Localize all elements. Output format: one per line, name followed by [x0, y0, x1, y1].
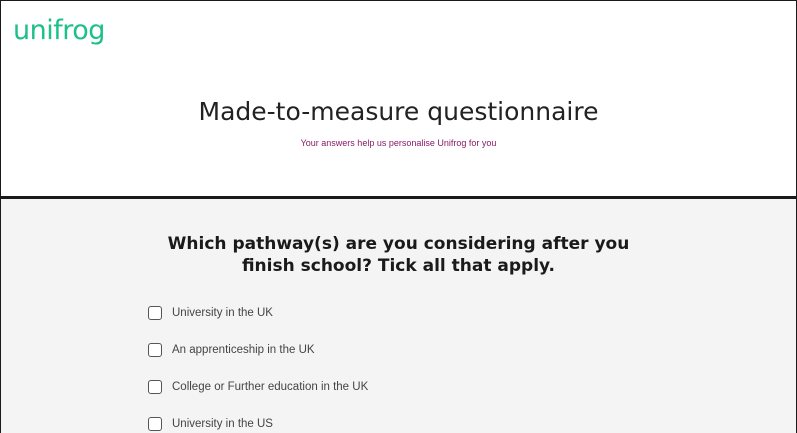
question-line-1: Which pathway(s) are you considering aft…	[167, 234, 630, 254]
header: unifrog Made-to-measure questionnaire Yo…	[1, 1, 796, 196]
option-label[interactable]: University in the US	[172, 418, 273, 430]
option-label[interactable]: University in the UK	[172, 307, 273, 319]
option-label[interactable]: College or Further education in the UK	[172, 381, 368, 393]
unifrog-logo[interactable]: unifrog	[13, 15, 105, 46]
options-list: University in the UK An apprenticeship i…	[148, 303, 368, 433]
option-university-us[interactable]: University in the US	[148, 414, 368, 433]
question-text: Which pathway(s) are you considering aft…	[1, 233, 796, 277]
question-line-2: finish school? Tick all that apply.	[241, 256, 556, 276]
option-apprenticeship-uk[interactable]: An apprenticeship in the UK	[148, 340, 368, 360]
option-college-further-education-uk[interactable]: College or Further education in the UK	[148, 377, 368, 397]
option-university-uk[interactable]: University in the UK	[148, 303, 368, 323]
checkbox[interactable]	[148, 343, 162, 357]
option-label[interactable]: An apprenticeship in the UK	[172, 344, 315, 356]
page-subtitle: Your answers help us personalise Unifrog…	[300, 138, 497, 148]
page-title: Made-to-measure questionnaire	[198, 97, 599, 126]
checkbox[interactable]	[148, 306, 162, 320]
checkbox[interactable]	[148, 380, 162, 394]
questionnaire-panel: Which pathway(s) are you considering aft…	[1, 199, 796, 433]
page-frame: unifrog Made-to-measure questionnaire Yo…	[0, 0, 797, 433]
checkbox[interactable]	[148, 417, 162, 431]
